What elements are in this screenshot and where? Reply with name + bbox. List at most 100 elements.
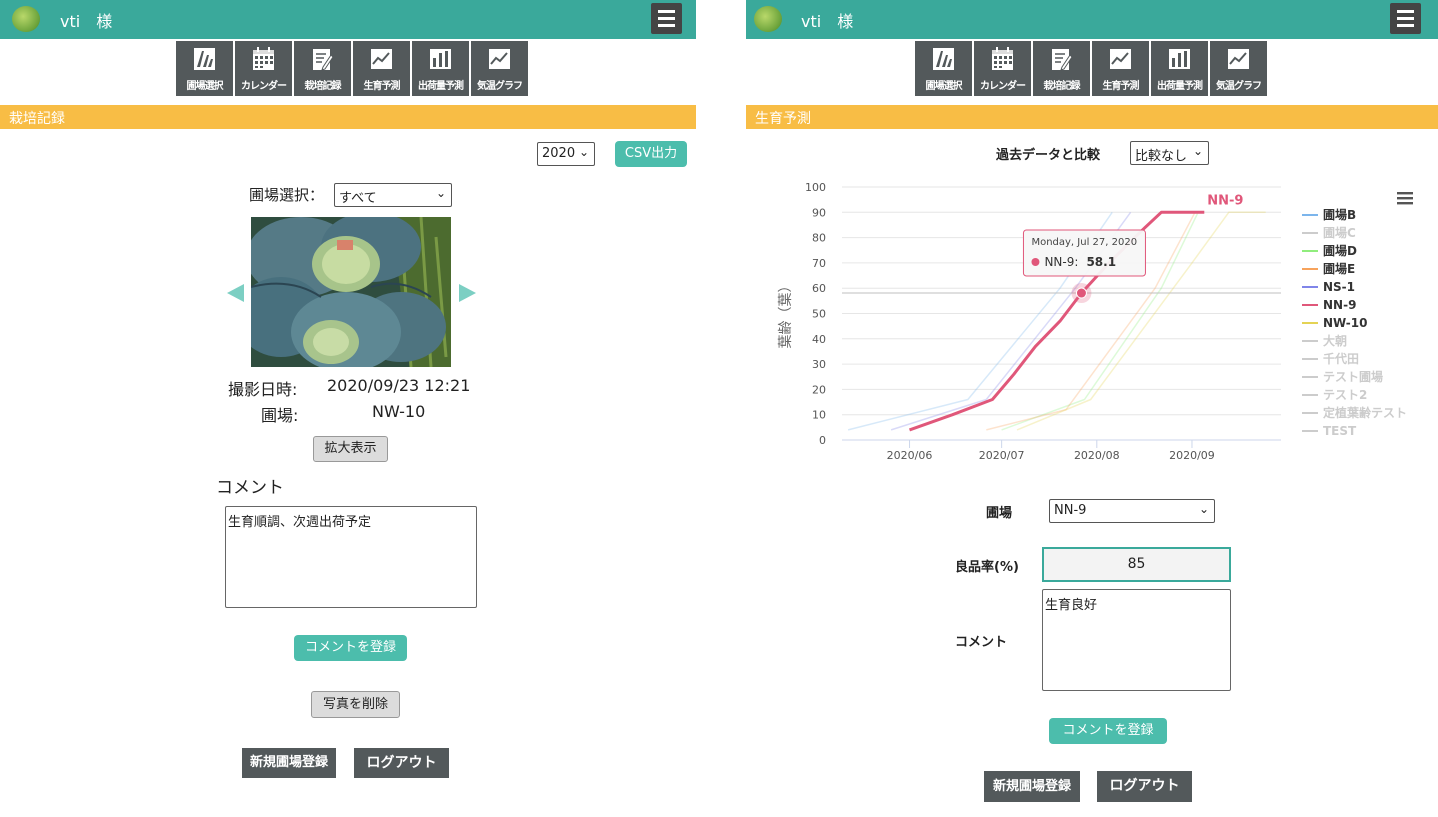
nav-button-label: 気温グラフ (477, 81, 523, 92)
chevron-down-icon: ⌄ (435, 186, 446, 200)
cabbage-logo-icon (754, 6, 782, 32)
nav-button-4[interactable]: 出荷量予測 (1151, 41, 1208, 96)
nav-button-label: 気温グラフ (1216, 81, 1262, 92)
legend-item-NS-1: NS-1 (1323, 280, 1355, 294)
x-tick-label: 2020/08 (1074, 449, 1120, 462)
legend-item-圃場B: 圃場B (1323, 207, 1356, 222)
legend-item-圃場E: 圃場E (1323, 261, 1355, 276)
csv-export-button[interactable]: CSV出力 (615, 141, 687, 167)
nav-button-label: 生育予測 (1102, 81, 1140, 92)
legend-item-NN-9: NN-9 (1323, 298, 1356, 312)
y-tick-label: 20 (812, 383, 826, 396)
legend-item-定植葉齢テスト: 定植葉齢テスト (1323, 405, 1407, 420)
y-tick-label: 10 (812, 409, 826, 422)
comment-textarea[interactable]: 生育順調、次週出荷予定 (225, 506, 477, 608)
field-select-label: 圃場選択： (249, 186, 325, 204)
photo-field-label: 圃場: (261, 406, 299, 425)
y-axis-label: 葉齢（葉） (778, 279, 794, 349)
y-tick-label: 80 (812, 232, 826, 245)
nav-button-3[interactable]: 生育予測 (1092, 41, 1149, 96)
nav-button-1[interactable]: カレンダー (235, 41, 292, 96)
growth-chart: 0 10 20 30 40 50 60 70 80 90 100 2020/06 2020/07 2020… (778, 181, 1413, 462)
tooltip-value: 58.1 (1086, 255, 1116, 269)
nav-button-label: カレンダー (980, 81, 1026, 92)
delete-photo-button[interactable]: 写真を削除 (311, 691, 400, 718)
hamburger-menu-icon[interactable] (651, 3, 682, 34)
next-photo-arrow[interactable] (459, 284, 476, 302)
x-tick-label: 2020/07 (979, 449, 1025, 462)
photo-date-value: 2020/09/23 12:21 (327, 376, 471, 395)
field-select-value: NN-9 (1054, 503, 1087, 518)
zoom-button[interactable]: 拡大表示 (313, 436, 388, 462)
chart-menu-icon (1397, 192, 1413, 195)
crop-photo[interactable] (251, 217, 451, 367)
user-name: vti 様 (801, 12, 854, 31)
series-end-label: NN-9 (1207, 193, 1243, 208)
legend-item-圃場C: 圃場C (1323, 225, 1356, 240)
legend-item-NW-10: NW-10 (1323, 316, 1367, 330)
prev-photo-arrow[interactable] (227, 284, 244, 302)
nav-button-3[interactable]: 生育予測 (353, 41, 410, 96)
field-select[interactable]: NN-9 ⌄ (1049, 499, 1215, 523)
nav-button-2[interactable]: 栽培記録 (1033, 41, 1090, 96)
nav-button-1[interactable]: カレンダー (974, 41, 1031, 96)
y-tick-label: 60 (812, 282, 826, 295)
nav-button-2[interactable]: 栽培記録 (294, 41, 351, 96)
legend-item-千代田: 千代田 (1323, 351, 1359, 366)
new-field-button[interactable]: 新規圃場登録 (984, 771, 1080, 802)
field-select-value: すべて (339, 191, 377, 206)
x-tick-label: 2020/09 (1169, 449, 1215, 462)
hamburger-menu-icon[interactable] (1390, 3, 1421, 34)
chevron-down-icon: ⌄ (578, 145, 589, 159)
nav-button-label: 圃場選択 (186, 81, 224, 92)
cabbage-logo-icon (12, 6, 40, 32)
field-label: 圃場 (986, 506, 1013, 521)
nav-button-4[interactable]: 出荷量予測 (412, 41, 469, 96)
field-select[interactable]: すべて ⌄ (334, 183, 452, 207)
section-header: 栽培記録 (0, 105, 696, 129)
compare-label: 過去データと比較 (996, 148, 1101, 163)
logout-button[interactable]: ログアウト (1097, 771, 1192, 802)
photo-field-value: NW-10 (372, 402, 426, 421)
x-tick-label: 2020/06 (887, 449, 933, 462)
tooltip-series: NN-9: (1044, 255, 1078, 269)
nav-button-5[interactable]: 気温グラフ (1210, 41, 1267, 96)
legend-item-大朝: 大朝 (1323, 333, 1347, 348)
section-header: 生育予測 (746, 105, 1438, 129)
legend-item-TEST: TEST (1323, 424, 1357, 438)
nav-button-0[interactable]: 圃場選択 (176, 41, 233, 96)
comment-heading: コメント (216, 478, 284, 498)
main-nav: 圃場選択 カレンダー 栽培記録 生育予測 出荷量予測 気温グラフ (915, 41, 1267, 96)
y-tick-label: 40 (812, 333, 826, 346)
user-name: vti 様 (60, 12, 113, 31)
nav-button-0[interactable]: 圃場選択 (915, 41, 972, 96)
chevron-down-icon: ⌄ (1198, 502, 1209, 516)
y-tick-label: 0 (819, 434, 826, 447)
y-tick-label: 50 (812, 308, 826, 321)
y-tick-label: 100 (805, 181, 826, 194)
new-field-button[interactable]: 新規圃場登録 (242, 748, 336, 778)
header-bar: vti 様 (0, 0, 696, 39)
quality-label: 良品率(%) (955, 560, 1019, 575)
register-comment-button[interactable]: コメントを登録 (294, 635, 407, 661)
comment-textarea[interactable]: 生育良好 (1042, 589, 1231, 691)
year-select-value: 2020 (542, 146, 576, 161)
compare-select[interactable]: 比較なし ⌄ (1130, 141, 1209, 165)
nav-button-5[interactable]: 気温グラフ (471, 41, 528, 96)
right-app-panel: vti 様 圃場選択 カレンダー 栽培記録 生育予測 出荷量予測 気温グラフ 生育予測 過… (746, 0, 1438, 817)
section-title: 栽培記録 (9, 111, 65, 127)
y-tick-label: 90 (812, 206, 826, 219)
y-tick-label: 70 (812, 257, 826, 270)
register-comment-button[interactable]: コメントを登録 (1049, 718, 1167, 744)
legend-item-圃場D: 圃場D (1323, 243, 1357, 258)
quality-input[interactable]: 85 (1042, 547, 1231, 582)
chart-menu-icon (1397, 197, 1413, 200)
year-select[interactable]: 2020 ⌄ (537, 142, 595, 166)
comment-label: コメント (955, 635, 1008, 650)
main-nav: 圃場選択 カレンダー 栽培記録 生育予測 出荷量予測 気温グラフ (176, 41, 528, 96)
chart-menu-icon (1397, 202, 1413, 205)
legend-item-テスト2: テスト2 (1323, 388, 1367, 402)
logout-button[interactable]: ログアウト (354, 748, 449, 778)
header-bar: vti 様 (746, 0, 1438, 39)
nav-button-label: 栽培記録 (304, 81, 342, 92)
